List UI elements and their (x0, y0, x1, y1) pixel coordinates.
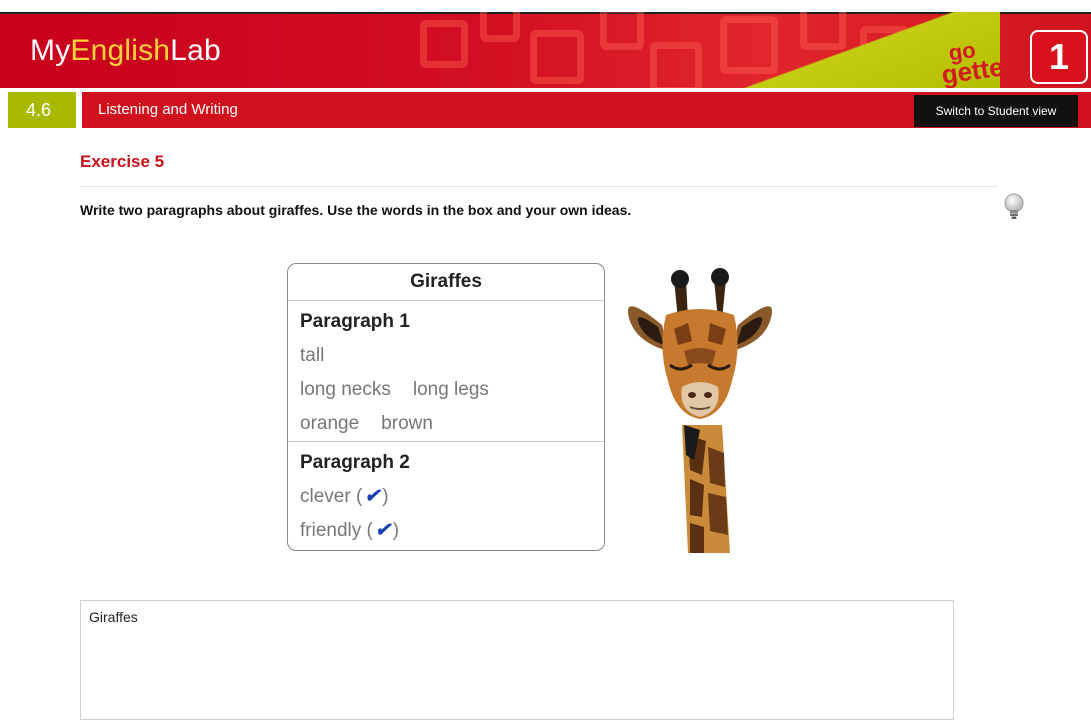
section-title: Listening and Writing (98, 101, 238, 118)
word-item: long necks (300, 379, 391, 400)
exercise-instructions: Write two paragraphs about giraffes. Use… (80, 202, 632, 218)
lightbulb-hint-icon[interactable] (1002, 192, 1026, 222)
answer-text: Giraffes (89, 609, 138, 625)
logo-text-my: My (30, 34, 71, 67)
paragraph-1-section: Paragraph 1 tall long necks long legs ora… (288, 301, 604, 441)
word-item: clever ( (300, 486, 363, 507)
word-item-end: ) (392, 520, 400, 541)
word-item: brown (381, 413, 433, 434)
paragraph-2-section: Paragraph 2 clever (✔) friendly (✔) (288, 441, 604, 548)
giraffe-image (627, 268, 773, 553)
word-item-end: ) (382, 486, 389, 507)
word-item: tall (300, 345, 325, 366)
exercise-title: Exercise 5 (80, 152, 165, 171)
unit-number-badge: 4.6 (8, 92, 76, 128)
exercise-divider (80, 186, 998, 187)
decor-square (420, 20, 468, 68)
word-box-title: Giraffes (288, 264, 604, 301)
word-line: tall (300, 339, 592, 373)
word-box: Giraffes Paragraph 1 tall long necks long… (287, 263, 605, 551)
checkmark-icon: ✔ (364, 486, 381, 507)
decor-square (480, 12, 520, 42)
level-badge: 1 (1030, 30, 1088, 84)
word-item: long legs (412, 379, 489, 400)
paragraph-2-heading: Paragraph 2 (300, 452, 410, 473)
decor-square (650, 42, 702, 88)
decor-square (600, 12, 644, 50)
word-line: long necks long legs (300, 373, 592, 407)
paragraph-1-heading: Paragraph 1 (300, 311, 410, 332)
decor-square (530, 30, 584, 84)
logo-text-english: English (70, 34, 171, 67)
myenglishlab-logo[interactable]: MyEnglishLab (30, 34, 221, 68)
word-item: friendly ( (300, 520, 373, 541)
word-line: friendly (✔) (300, 514, 592, 548)
logo-text-lab: Lab (170, 34, 221, 67)
word-line: orange brown (300, 407, 592, 441)
word-line: clever (✔) (300, 480, 592, 514)
header-banner: MyEnglishLab go getter 1 (0, 12, 1091, 88)
checkmark-icon: ✔ (374, 520, 391, 541)
answer-textarea[interactable]: Giraffes (80, 600, 954, 720)
word-item: orange (300, 413, 360, 434)
switch-student-view-button[interactable]: Switch to Student view (914, 95, 1078, 127)
gogetter-logo: go getter (938, 35, 1016, 88)
